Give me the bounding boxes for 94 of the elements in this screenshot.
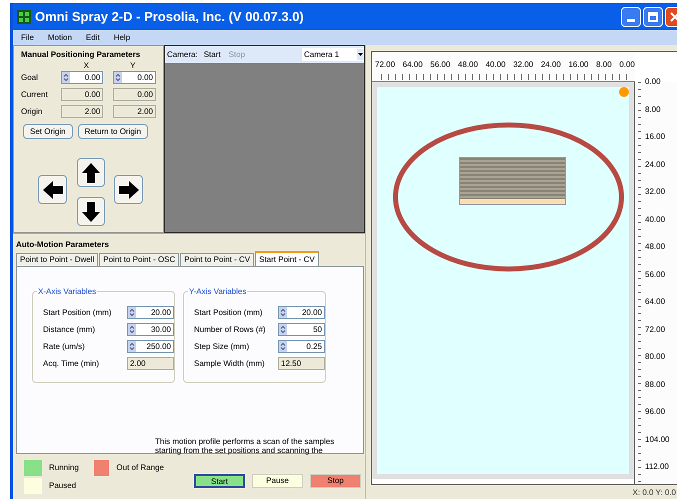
- tick-label: 96.00: [644, 407, 666, 417]
- readonly-field: 2.00: [127, 357, 174, 370]
- panel-title: Auto-Motion Parameters: [16, 239, 110, 251]
- tick-label: 88.00: [644, 380, 666, 390]
- readonly-field: 2.00: [113, 105, 156, 118]
- tick-label: 104.00: [644, 434, 670, 444]
- tick-label: 24.00: [540, 59, 561, 71]
- close-icon: [670, 12, 677, 22]
- spinner-arrows-icon[interactable]: [280, 342, 286, 351]
- tab[interactable]: Point to Point - Dwell: [16, 253, 98, 266]
- window-title: Omni Spray 2-D - Prosolia, Inc. (V 00.07.3.0): [35, 8, 304, 26]
- tab[interactable]: Point to Point - CV: [180, 253, 254, 266]
- tab[interactable]: Start Point - CV: [255, 251, 319, 266]
- action-button[interactable]: Stop: [310, 474, 361, 488]
- column-header: X: [82, 61, 90, 70]
- spin-field[interactable]: 0.25: [278, 340, 325, 353]
- spin-field[interactable]: 0.00: [60, 71, 104, 84]
- legend-label: Running: [49, 462, 79, 474]
- camera-label: Camera:: [167, 48, 198, 60]
- up-arrow-button[interactable]: [77, 158, 105, 187]
- menu-item[interactable]: Motion: [48, 32, 72, 44]
- tick-label: 32.00: [644, 187, 666, 197]
- dropdown-value: Camera 1: [304, 48, 340, 60]
- field-label: Sample Width (mm): [194, 358, 266, 370]
- menu-item[interactable]: Help: [114, 32, 130, 44]
- description-text: This motion profile performs a scan of the samples starting from the set positions and scanning the: [155, 437, 336, 455]
- action-button[interactable]: Set Origin: [23, 124, 73, 139]
- field-label: Start Position (mm): [194, 306, 264, 318]
- tick-label: 56.00: [644, 270, 666, 280]
- tick-label: 112.00: [644, 462, 670, 472]
- spinner-arrows-icon[interactable]: [115, 73, 122, 82]
- position-marker-icon: [619, 87, 629, 97]
- cursor-position: X: 0.0 Y: 0.0: [632, 487, 677, 499]
- camera-dropdown[interactable]: Camera 1: [302, 48, 364, 61]
- spin-field[interactable]: 20.00: [127, 306, 174, 319]
- tick-label: 80.00: [644, 352, 666, 362]
- right-arrow-button[interactable]: [114, 175, 143, 204]
- tick-label: 8.00: [644, 104, 662, 114]
- down-arrow-button[interactable]: [77, 197, 105, 226]
- tick-label: 72.00: [644, 324, 666, 334]
- column-header: Y: [129, 61, 136, 70]
- maximize-button[interactable]: [643, 6, 663, 26]
- field-label: Goal: [21, 72, 39, 84]
- tick-label: 64.00: [644, 297, 666, 307]
- tick-label: 40.00: [486, 59, 506, 71]
- menu-item[interactable]: Edit: [86, 32, 100, 44]
- tick-label: 0.00: [619, 59, 635, 71]
- spinner-arrows-icon[interactable]: [280, 308, 286, 317]
- tick-label: 8.00: [596, 59, 612, 71]
- action-button[interactable]: Start: [194, 474, 245, 488]
- tick-label: 16.00: [568, 59, 589, 71]
- tick-label: 48.00: [458, 59, 478, 71]
- spin-field[interactable]: 30.00: [127, 323, 174, 336]
- spin-field[interactable]: 250.00: [127, 340, 174, 353]
- action-button[interactable]: Return to Origin: [78, 124, 148, 139]
- spin-field[interactable]: 20.00: [278, 306, 325, 319]
- field-label: Rate (um/s): [43, 340, 86, 352]
- tick-label: 24.00: [644, 160, 666, 170]
- field-label: Distance (mm): [43, 324, 96, 336]
- camera-button[interactable]: Start: [204, 48, 221, 60]
- tick-label: 40.00: [644, 214, 666, 224]
- tick-label: 56.00: [430, 59, 450, 71]
- spin-field[interactable]: 50: [278, 323, 325, 336]
- legend-label: Paused: [49, 480, 76, 492]
- tick-label: 0.00: [644, 77, 662, 87]
- legend-label: Out of Range: [116, 462, 164, 474]
- tick-label: 64.00: [402, 59, 423, 71]
- app-icon: [17, 10, 31, 24]
- field-label: Step Size (mm): [194, 340, 250, 352]
- spinner-arrows-icon[interactable]: [129, 325, 135, 334]
- field-label: Current: [21, 88, 49, 100]
- spinner-arrows-icon[interactable]: [62, 73, 69, 82]
- readonly-field: 0.00: [60, 88, 104, 101]
- readonly-field: 12.50: [278, 357, 325, 370]
- field-label: Origin: [21, 106, 44, 118]
- readonly-field: 0.00: [113, 88, 156, 101]
- spinner-arrows-icon[interactable]: [129, 342, 135, 351]
- readonly-field: 2.00: [60, 105, 104, 118]
- action-button[interactable]: Pause: [252, 474, 303, 488]
- spinner-arrows-icon[interactable]: [129, 308, 135, 317]
- minimize-button[interactable]: [621, 6, 641, 26]
- field-label: Acq. Time (min): [43, 358, 100, 370]
- tick-label: 32.00: [513, 59, 534, 71]
- panel-title: Manual Positioning Parameters: [21, 49, 142, 61]
- spinner-arrows-icon[interactable]: [280, 325, 286, 334]
- tick-label: 48.00: [644, 242, 666, 252]
- spin-field[interactable]: 0.00: [113, 71, 156, 84]
- tab[interactable]: Point to Point - OSC: [99, 253, 180, 266]
- tick-label: 72.00: [375, 59, 396, 71]
- left-arrow-button[interactable]: [38, 175, 67, 204]
- field-label: Number of Rows (#): [194, 324, 267, 336]
- menu-item[interactable]: File: [21, 32, 34, 44]
- field-label: Start Position (mm): [43, 306, 112, 318]
- tick-label: 16.00: [644, 132, 666, 142]
